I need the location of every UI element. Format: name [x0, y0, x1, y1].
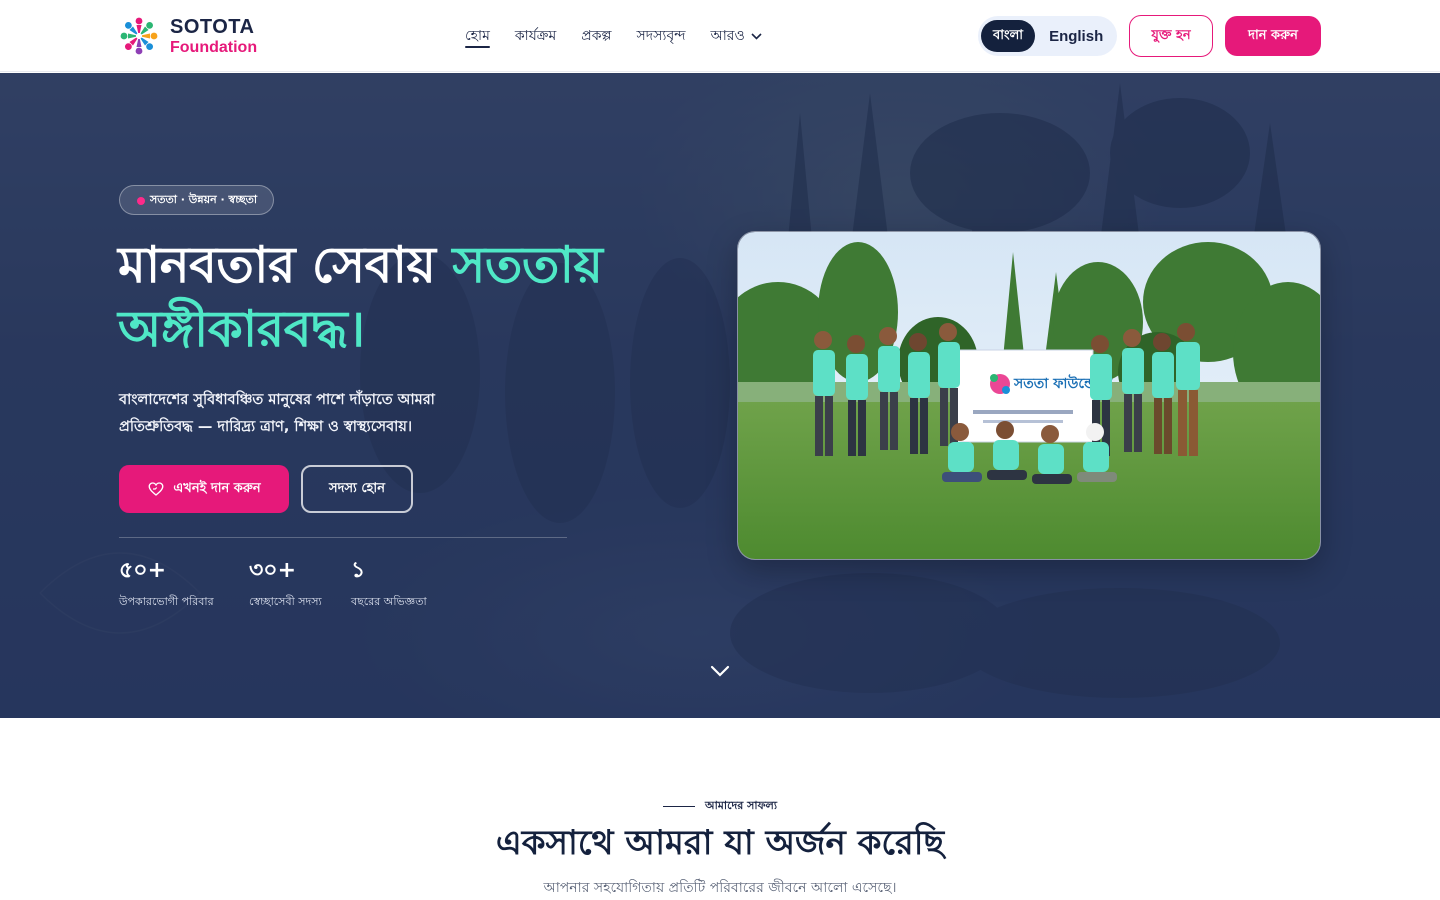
hero-description: বাংলাদেশের সুবিধাবঞ্চিত মানুষের পাশে দাঁ… — [119, 392, 435, 435]
become-member-button[interactable]: সদস্য হোন — [301, 465, 413, 513]
scroll-down-chevron-icon[interactable] — [708, 661, 732, 681]
lang-english-option[interactable]: English — [1035, 20, 1117, 52]
nav-activities[interactable]: কার্যক্রম — [515, 0, 556, 72]
stat-value: ১ — [351, 558, 366, 583]
donate-button[interactable]: দান করুন — [1225, 16, 1321, 56]
hero-headline: মানবতার সেবায় সততায় অঙ্গীকারবদ্ধ। — [118, 233, 718, 361]
hero-section: সততা · উন্নয়ন · স্বচ্ছতা মানবতার সেবায়… — [0, 73, 1440, 718]
nav-projects[interactable]: প্রকল্প — [581, 0, 611, 72]
logo-text: SOTOTA Foundation — [170, 17, 257, 56]
join-button[interactable]: যুক্ত হন — [1129, 15, 1213, 57]
nav-projects-label: প্রকল্প — [581, 28, 612, 44]
nav-home[interactable]: হোম — [465, 0, 490, 72]
nav-home-label: হোম — [465, 28, 490, 44]
stat-label: উপকারভোগী পরিবার — [119, 595, 214, 608]
nav-members[interactable]: সদস্যবৃন্দ — [637, 0, 686, 72]
chevron-down-icon — [751, 32, 762, 40]
stat-experience: ১ বছরের অভিজ্ঞতা — [351, 557, 427, 612]
site-header: SOTOTA Foundation হোম কার্যক্রম প্রকল্প … — [0, 0, 1440, 72]
achievements-title: একসাথে আমরা যা অর্জন করেছি — [495, 823, 945, 863]
main-nav: হোম কার্যক্রম প্রকল্প সদস্যবৃন্দ আরও — [465, 0, 762, 72]
stat-value: ৩০+ — [249, 558, 297, 583]
hero-divider — [119, 537, 567, 538]
group-photo-image: সততা ফাউন্ডেশন — [738, 232, 1320, 559]
tagline-dot — [137, 197, 145, 205]
heart-hand-icon — [148, 482, 164, 496]
eyebrow-line — [662, 806, 695, 807]
achievements-eyebrow: আমাদের সাফল্য — [0, 797, 1440, 816]
donate-now-label: এখনই দান করুন — [173, 480, 261, 496]
headline-highlight-1: সততায় — [452, 236, 603, 294]
hero-group-photo: সততা ফাউন্ডেশন — [737, 231, 1321, 560]
nav-members-label: সদস্যবৃন্দ — [636, 28, 686, 44]
nav-more-label: আরও — [710, 28, 745, 44]
lang-bangla-option[interactable]: বাংলা — [981, 20, 1036, 52]
eyebrow-text: আমাদের সাফল্য — [704, 799, 778, 812]
stat-value: ৫০+ — [119, 558, 167, 583]
stat-families: ৫০+ উপকারভোগী পরিবার — [119, 557, 214, 612]
nav-activities-label: কার্যক্রম — [514, 28, 557, 44]
headline-highlight-2: অঙ্গীকারবদ্ধ। — [118, 300, 365, 358]
headline-main: মানবতার সেবায় — [118, 236, 436, 294]
achievements-subtitle: আপনার সহযোগিতায় প্রতিটি পরিবারের জীবনে … — [543, 880, 897, 896]
stat-volunteers: ৩০+ স্বেচ্ছাসেবী সদস্য — [249, 557, 322, 612]
logo[interactable]: SOTOTA Foundation — [118, 15, 257, 57]
logo-subtitle: Foundation — [170, 38, 258, 56]
language-toggle: বাংলা English — [978, 16, 1117, 56]
tagline-text: সততা · উন্নয়ন · স্বচ্ছতা — [150, 192, 258, 206]
nav-more-dropdown[interactable]: আরও — [710, 0, 762, 72]
stat-label: স্বেচ্ছাসেবী সদস্য — [249, 595, 322, 608]
logo-icon — [120, 17, 158, 55]
donate-now-button[interactable]: এখনই দান করুন — [119, 465, 289, 513]
tagline-badge: সততা · উন্নয়ন · স্বচ্ছতা — [119, 185, 275, 215]
logo-title: SOTOTA — [170, 15, 255, 38]
stat-label: বছরের অভিজ্ঞতা — [351, 595, 427, 608]
